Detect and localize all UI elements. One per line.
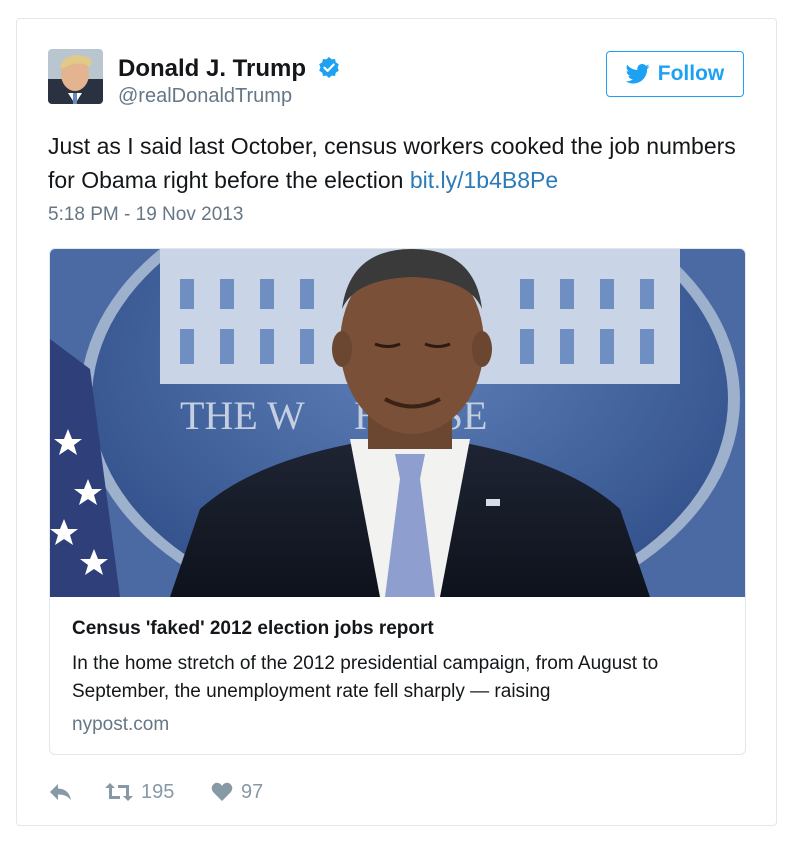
user-handle[interactable]: @realDonaldTrump	[118, 85, 292, 108]
retweet-count: 195	[141, 780, 175, 803]
tweet-card: Donald J. Trump @realDonaldTrump Follow …	[16, 18, 777, 826]
heart-icon	[211, 782, 233, 801]
tweet-text: Just as I said last October, census work…	[48, 129, 738, 197]
like-count: 97	[241, 780, 264, 803]
reply-button[interactable]	[49, 782, 105, 802]
follow-button[interactable]: Follow	[606, 51, 744, 97]
link-card[interactable]: THE W HOUSE Census 'faked' 2012 election…	[49, 248, 746, 755]
user-display-name[interactable]: Donald J. Trump	[118, 55, 306, 83]
card-image: THE W HOUSE	[50, 249, 745, 597]
card-description: In the home stretch of the 2012 presiden…	[72, 653, 659, 702]
reply-icon	[50, 784, 71, 800]
follow-button-label: Follow	[657, 62, 725, 85]
retweet-button[interactable]: 195	[105, 781, 211, 804]
card-domain: nypost.com	[72, 714, 170, 735]
like-button[interactable]: 97	[211, 781, 263, 804]
card-title: Census 'faked' 2012 election jobs report	[72, 618, 434, 639]
verified-badge-icon	[319, 57, 339, 78]
retweet-icon	[105, 783, 133, 801]
tweet-timestamp[interactable]: 5:18 PM - 19 Nov 2013	[48, 204, 243, 226]
twitter-bird-icon	[625, 64, 650, 84]
tweet-link[interactable]: bit.ly/1b4B8Pe	[410, 167, 558, 193]
avatar-image	[48, 49, 103, 104]
tweet-actions: 195 97	[49, 779, 263, 805]
avatar[interactable]	[48, 49, 103, 104]
tweet-body: Just as I said last October, census work…	[48, 133, 736, 193]
